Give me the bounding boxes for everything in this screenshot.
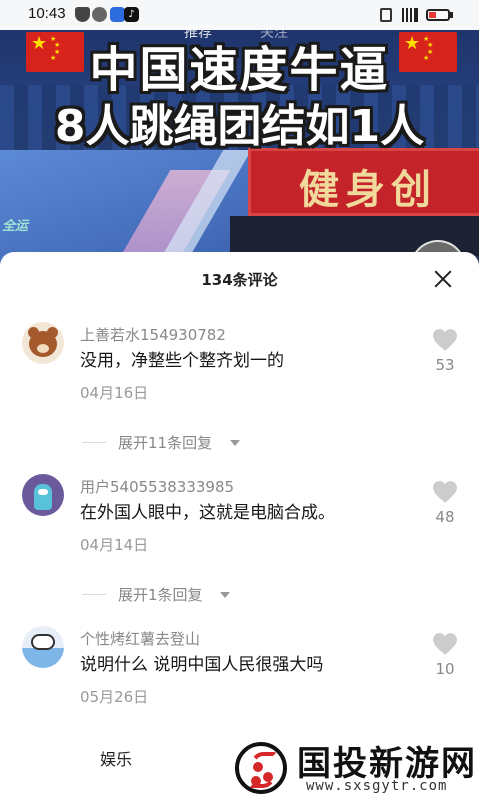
comment-username[interactable]: 用户5405538333985 [80, 476, 234, 497]
battery-tip [450, 12, 453, 18]
status-bar: 10:43 ♪ [0, 0, 479, 30]
expand-replies-label: 展开11条回复 [118, 434, 213, 452]
watermark-url: www.sxsgytr.com [306, 778, 448, 794]
close-icon[interactable] [428, 264, 458, 294]
comment-text[interactable]: 没用，净整些个整齐划一的 [80, 346, 284, 371]
heart-icon[interactable] [432, 632, 458, 656]
browser-notification-icon [110, 7, 125, 22]
site-watermark: 国投新游网 www.sxsgytr.com [230, 732, 479, 799]
comment-date: 04月14日 [80, 536, 149, 554]
tiktok-icon: ♪ [124, 7, 139, 22]
avatar[interactable] [22, 474, 64, 516]
tab-entertainment[interactable]: 娱乐 [100, 746, 132, 770]
banner-text: 健身创 [299, 167, 437, 213]
games-logo: 全运 [2, 219, 29, 234]
comments-sheet: 134条评论 上善若水154930782 没用，净整些个整齐划一的 04月16日… [0, 252, 479, 799]
shield-icon [75, 7, 90, 22]
heart-icon[interactable] [432, 328, 458, 352]
expand-replies-label: 展开1条回复 [118, 586, 203, 604]
status-time: 10:43 [28, 5, 66, 22]
like-count: 10 [435, 660, 455, 678]
avatar[interactable] [22, 322, 64, 364]
comments-count-title: 134条评论 [201, 271, 278, 289]
like-count: 48 [435, 508, 455, 526]
app-notification-icon [92, 7, 107, 22]
divider [82, 442, 106, 443]
signal-icon [400, 8, 418, 22]
chevron-down-icon [230, 440, 240, 446]
comment-text[interactable]: 在外国人眼中，这就是电脑合成。 [80, 498, 335, 523]
heart-icon[interactable] [432, 480, 458, 504]
comment-item: 上善若水154930782 没用，净整些个整齐划一的 04月16日 53 展开1… [0, 322, 479, 472]
comment-date: 05月26日 [80, 688, 149, 706]
avatar[interactable] [22, 626, 64, 668]
chevron-down-icon [220, 592, 230, 598]
battery-icon [426, 9, 450, 21]
video-subheadline: 8人跳绳团结如1人 [54, 101, 425, 152]
video-player[interactable]: 健身创 全运 推荐 关注 ★ ★ ★ ★ ★ ★ ★ ★ ★ ★ 中国速度牛逼 … [0, 0, 479, 290]
site-logo-icon [235, 742, 287, 794]
comment-text[interactable]: 说明什么 说明中国人民很强大吗 [80, 650, 323, 675]
comment-username[interactable]: 上善若水154930782 [80, 324, 226, 345]
comment-item: 用户5405538333985 在外国人眼中，这就是电脑合成。 04月14日 4… [0, 474, 479, 624]
vibrate-icon [380, 8, 392, 22]
like-count: 53 [435, 356, 455, 374]
arena-banner: 健身创 [248, 148, 479, 216]
divider [82, 594, 106, 595]
comment-username[interactable]: 个性烤红薯去登山 [80, 628, 200, 649]
comment-date: 04月16日 [80, 384, 149, 402]
